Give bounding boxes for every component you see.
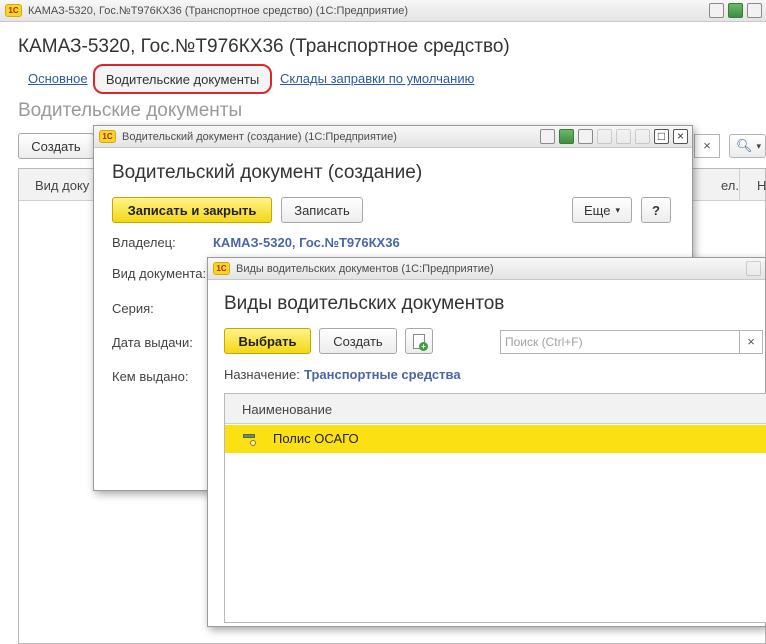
save-button[interactable]: Записать [281, 197, 363, 223]
main-titlebar-text: КАМАЗ-5320, Гос.№Т976КХ36 (Транспортное … [28, 4, 408, 17]
print-icon[interactable] [709, 3, 724, 18]
types-titlebar-text: Виды водительских документов (1С:Предпри… [236, 262, 494, 275]
types-titlebar-icons [746, 261, 761, 276]
more-button[interactable]: Еще ▾ [572, 197, 632, 223]
select-button[interactable]: Выбрать [224, 328, 311, 354]
close-icon[interactable]: × [673, 129, 688, 144]
column-el[interactable]: ел. [721, 178, 739, 193]
types-titlebar: 1С Виды водительских документов (1С:Пред… [208, 258, 765, 280]
create-button[interactable]: Создать [18, 133, 94, 159]
table-row[interactable]: Полис ОСАГО [225, 425, 766, 453]
magnifier-icon: 🔍︎ [736, 138, 753, 153]
column-doc-type[interactable]: Вид доку [35, 178, 89, 193]
save-and-close-button[interactable]: Записать и закрыть [112, 197, 272, 223]
print-icon[interactable] [746, 261, 761, 276]
owner-label: Владелец: [112, 235, 176, 250]
types-title: Виды водительских документов [224, 293, 505, 314]
memory-mminus-icon [635, 129, 650, 144]
series-label: Серия: [112, 301, 154, 316]
doc-titlebar-text: Водительский документ (создание) (1С:Пре… [122, 130, 397, 143]
new-document-plus-icon: + [413, 333, 428, 351]
doc-title: Водительский документ (создание) [112, 162, 423, 183]
app-logo-icon: 1С [213, 262, 230, 275]
memory-mplus-icon [616, 129, 631, 144]
section-title: Водительские документы [18, 100, 243, 121]
issue-date-label: Дата выдачи: [112, 335, 193, 350]
main-titlebar: 1С КАМАЗ-5320, Гос.№Т976КХ36 (Транспортн… [0, 0, 766, 22]
purpose-label: Назначение: [224, 367, 300, 382]
calendar-icon[interactable] [747, 3, 762, 18]
doc-type-label: Вид документа: [112, 266, 207, 281]
main-search-clear-button[interactable]: × [694, 134, 720, 158]
chevron-down-icon: ▾ [756, 140, 762, 151]
types-table[interactable]: Наименование Полис ОСАГО [224, 393, 766, 623]
print-icon[interactable] [540, 129, 555, 144]
issued-by-label: Кем выдано: [112, 369, 189, 384]
add-copy-button[interactable]: + [405, 328, 433, 354]
calendar-icon[interactable] [578, 129, 593, 144]
column-name[interactable]: Наименование [242, 402, 332, 417]
page-title: КАМАЗ-5320, Гос.№Т976КХ36 (Транспортное … [18, 36, 510, 57]
tab-main[interactable]: Основное [28, 71, 88, 86]
types-create-button[interactable]: Создать [319, 328, 397, 354]
tab-driver-documents-label: Водительские документы [105, 71, 260, 87]
column-n [739, 169, 740, 201]
main-search-button[interactable]: 🔍︎ ▾ [729, 134, 766, 158]
owner-value-link[interactable]: КАМАЗ-5320, Гос.№Т976КХ36 [213, 235, 400, 250]
purpose-value-link[interactable]: Транспортные средства [304, 367, 461, 382]
maximize-icon[interactable]: □ [654, 129, 669, 144]
app-logo-icon: 1С [99, 130, 116, 143]
more-button-label: Еще [584, 202, 611, 218]
calculator-icon[interactable] [728, 3, 743, 18]
chevron-down-icon: ▾ [615, 204, 620, 215]
tab-driver-documents[interactable]: Водительские документы [93, 64, 272, 94]
catalog-item-icon [243, 434, 255, 438]
main-titlebar-icons [709, 3, 762, 18]
types-window: 1С Виды водительских документов (1С:Пред… [207, 257, 766, 627]
types-search-input[interactable]: Поиск (Ctrl+F) [500, 330, 740, 354]
types-table-header: Наименование [225, 394, 766, 424]
app-logo-icon: 1С [5, 4, 22, 17]
calculator-icon[interactable] [559, 129, 574, 144]
help-button[interactable]: ? [641, 197, 671, 223]
doc-titlebar: 1С Водительский документ (создание) (1С:… [94, 126, 692, 148]
tab-fuel-warehouses[interactable]: Склады заправки по умолчанию [280, 71, 474, 86]
doc-titlebar-icons: □ × [540, 129, 688, 144]
memory-m-icon [597, 129, 612, 144]
catalog-item-icon-dot [250, 440, 256, 446]
row-name: Полис ОСАГО [273, 431, 359, 446]
column-n-label[interactable]: Н [757, 178, 766, 193]
types-search-clear-button[interactable]: × [739, 330, 763, 354]
